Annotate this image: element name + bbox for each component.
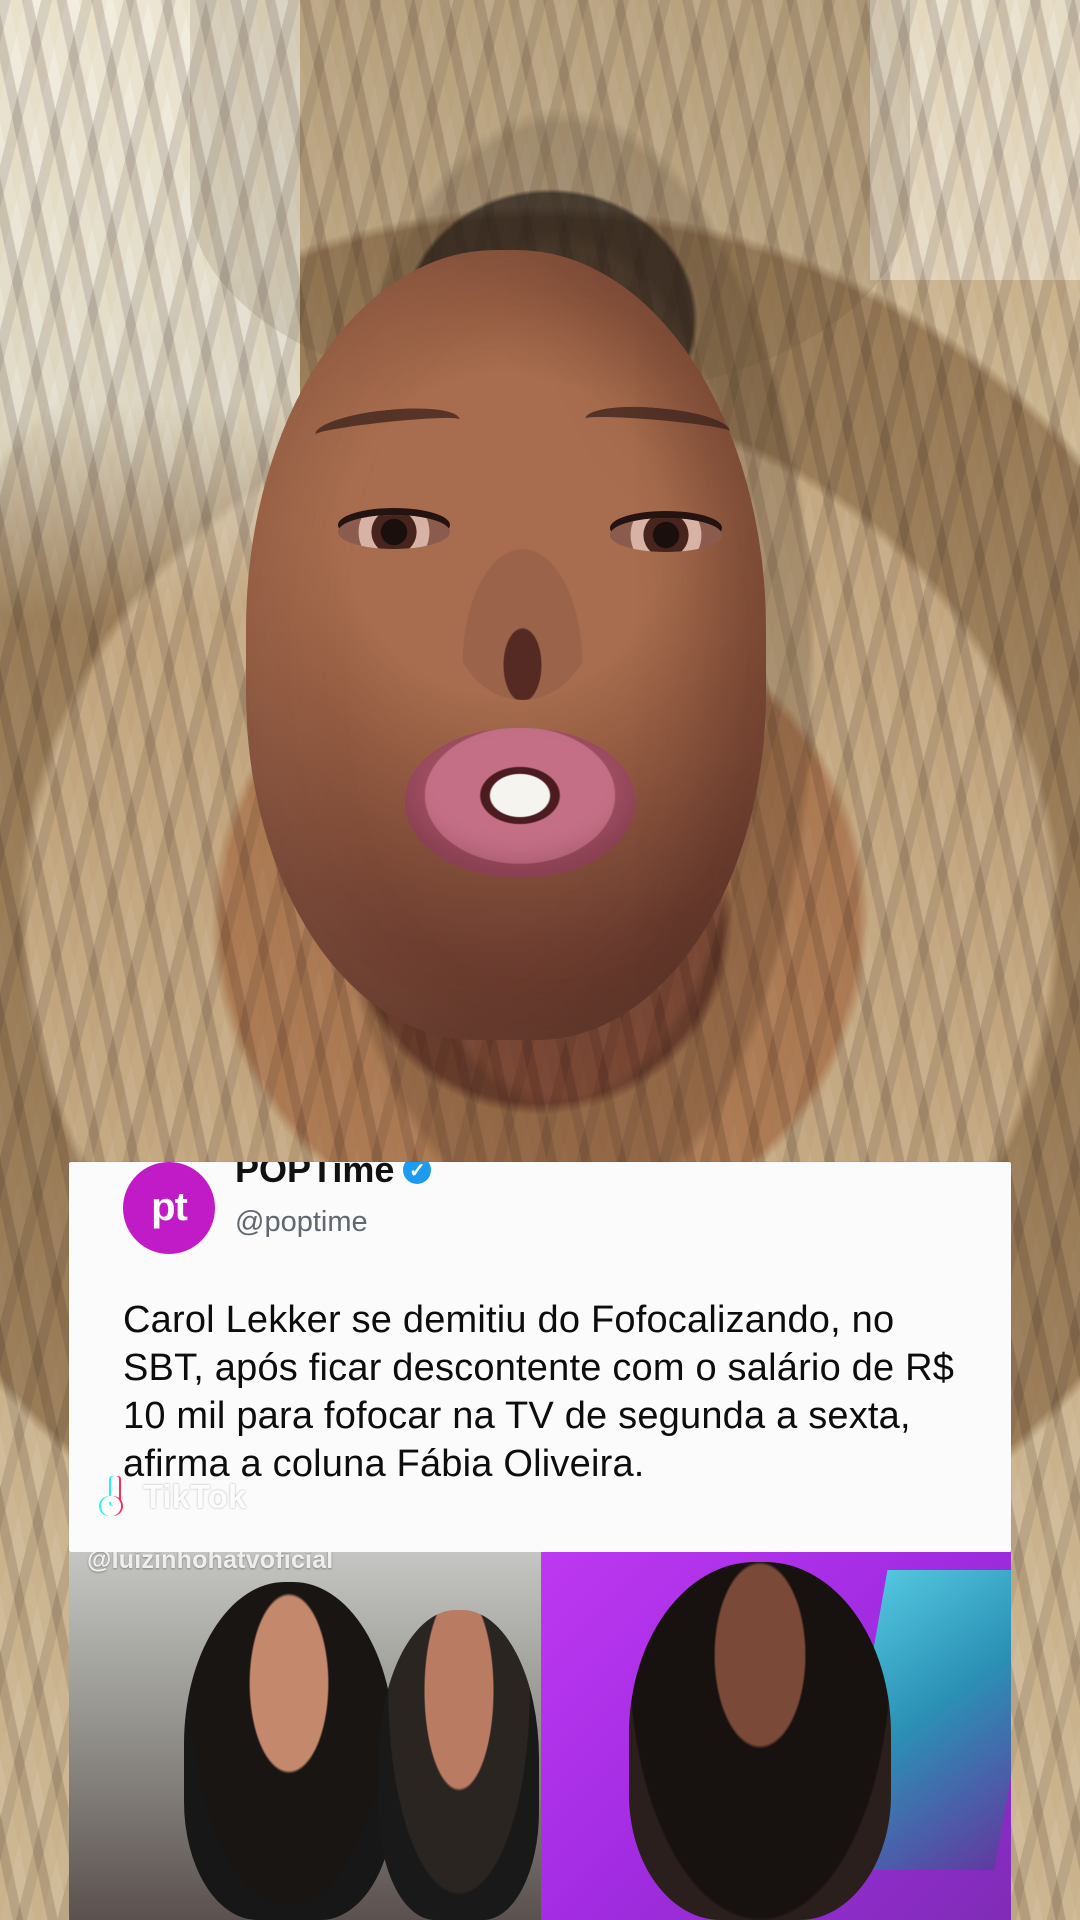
poptime-avatar: pt: [123, 1162, 215, 1254]
post-author-name: POPTime: [235, 1162, 395, 1190]
left-video-woman: [184, 1582, 394, 1920]
post-text: Carol Lekker se demitiu do Fofocalizando…: [123, 1299, 955, 1485]
left-eye: [338, 515, 450, 549]
right-video-frame: [541, 1552, 1011, 1920]
embedded-video-collage: @luizinhohatvoficial: [69, 1552, 1011, 1920]
tiktok-icon: [101, 1476, 135, 1518]
video-frame: pt POPTime ✓ @poptime Carol Lekker se de…: [0, 0, 1080, 1920]
right-eye: [610, 518, 722, 552]
speaker-nose: [450, 525, 595, 700]
speaker-mouth: [405, 728, 635, 878]
right-video-woman: [629, 1562, 891, 1920]
post-author-row: POPTime ✓: [235, 1162, 432, 1190]
left-video-frame: @luizinhohatvoficial: [69, 1552, 541, 1920]
tiktok-watermark-text: TikTok: [143, 1478, 247, 1515]
left-video-man: [379, 1610, 539, 1920]
post-author-handle: @poptime: [235, 1206, 368, 1238]
tiktok-watermark: TikTok: [101, 1476, 246, 1518]
verified-badge-icon: ✓: [403, 1162, 432, 1184]
video-handle-overlay: @luizinhohatvoficial: [87, 1552, 334, 1574]
